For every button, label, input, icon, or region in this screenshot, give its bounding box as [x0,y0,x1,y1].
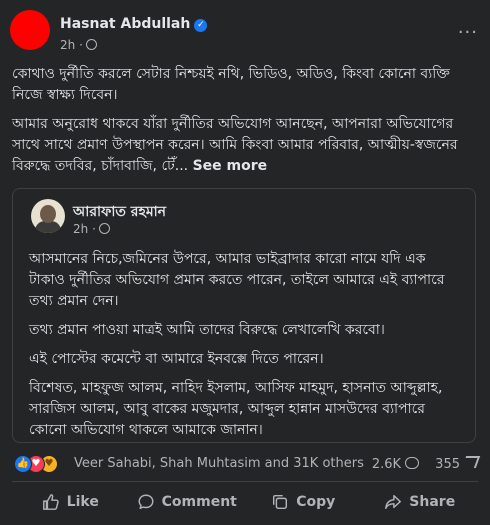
like-button[interactable]: Like [12,485,129,519]
shared-author-avatar[interactable] [31,199,65,233]
like-icon: 👍 [14,455,32,473]
post-meta: 2h · [60,38,97,52]
share-count[interactable]: 355 [435,457,460,472]
comment-count-icon [405,457,420,469]
avatar-face [40,205,56,223]
comment-label: Comment [161,494,237,510]
globe-icon [98,223,110,234]
shared-paragraph: বিশেষত, মাহফুজ আলম, নাহিদ ইসলাম, আসিফ মা… [29,380,443,438]
shared-author-name[interactable]: আরাফাত রহমান [73,200,166,224]
copy-label: Copy [296,494,336,510]
post-paragraph: আমার অনুরোধ থাকবে যাঁরা দুর্নীতির অভিযোগ… [12,114,478,177]
share-count-icon [461,456,481,468]
comment-count[interactable]: 2.6K [372,457,401,472]
shared-paragraph: এই পোস্টের কমেন্টে বা আমারে ইনবক্সে দিতে… [29,351,324,367]
thumbs-up-icon [42,494,59,510]
author-name[interactable]: Hasnat Abdullah [60,16,190,32]
comment-icon [138,494,154,510]
globe-icon [85,39,97,50]
like-label: Like [66,494,99,510]
see-more-link[interactable]: See more [193,158,268,174]
share-button[interactable]: Share [362,485,479,519]
shared-paragraph: আসমানের নিচে,জমিনের উপরে, আমার ভাইব্রাদা… [29,251,445,309]
more-options-icon[interactable]: ··· [458,22,478,43]
author-name-row: Hasnat Abdullah ✓ [60,16,208,32]
post-text: কোথাও দুর্নীতি করলে সেটার নিশ্চয়ই নথি, … [12,64,478,185]
reactions-bar: ♥ ♥ 👍 Veer Sahabi, Shah Muhtasim and 31K… [14,452,481,476]
post-paragraph: কোথাও দুর্নীতি করলে সেটার নিশ্চয়ই নথি, … [12,66,450,103]
shared-post-time[interactable]: 2h [73,222,88,236]
shared-post[interactable]: আরাফাত রহমান 2h · আসমানের নিচে,জমিনের উপ… [12,188,476,443]
post-header: Hasnat Abdullah ✓ 2h · ··· [10,10,480,60]
shared-post-text: আসমানের নিচে,জমিনের উপরে, আমার ভাইব্রাদা… [29,249,465,449]
copy-icon [273,494,288,510]
post-actions: Like Comment Copy Share [12,485,478,519]
post-time[interactable]: 2h [60,38,75,52]
engagement-counts: 2.6K 355 [368,456,481,472]
share-icon [385,494,402,510]
comment-button[interactable]: Comment [129,485,246,519]
reaction-names[interactable]: Veer Sahabi, Shah Muhtasim and 31K other… [74,456,364,471]
verified-badge-icon: ✓ [194,19,208,32]
copy-button[interactable]: Copy [245,485,362,519]
shared-post-meta: 2h · [73,222,110,236]
actions-divider [12,481,478,482]
reaction-icons[interactable]: ♥ ♥ 👍 [14,455,70,473]
facebook-post: Hasnat Abdullah ✓ 2h · ··· কোথাও দুর্নীতি… [0,0,490,525]
shared-paragraph: তথ্য প্রমান পাওয়া মাত্রই আমি তাদের বিরু… [29,322,385,338]
share-label: Share [409,494,456,510]
author-avatar[interactable] [10,10,50,50]
